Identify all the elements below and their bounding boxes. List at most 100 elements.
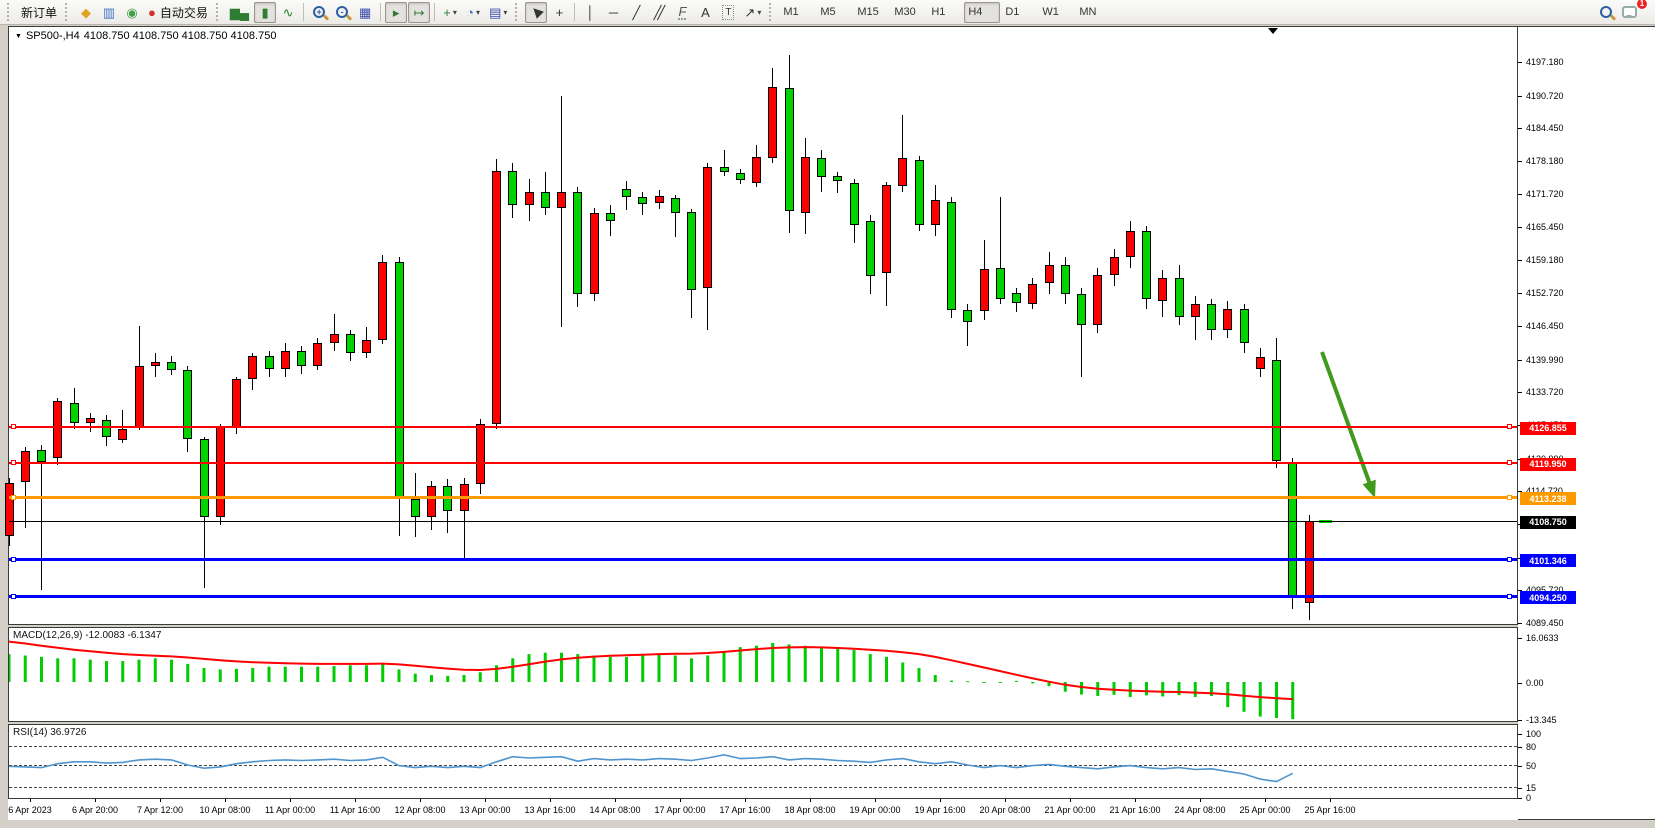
charts-window-icon[interactable]: ▥ (98, 2, 120, 23)
time-tick (875, 799, 876, 802)
signals-icon[interactable]: ◉ (121, 2, 143, 23)
periods-clock-button[interactable]: ◔▾ (462, 2, 484, 23)
zoom-out-button[interactable]: - (331, 2, 353, 23)
timeframe-m1[interactable]: M1 (779, 2, 815, 23)
text-button[interactable]: A (694, 2, 716, 23)
line-handle[interactable] (1507, 557, 1512, 562)
time-label: 25 Apr 16:00 (1304, 805, 1355, 815)
candle (671, 198, 680, 213)
candle (53, 401, 62, 458)
line-handle[interactable] (11, 557, 16, 562)
macd-histogram-bar (869, 654, 872, 682)
macd-histogram-bar (381, 664, 384, 682)
macd-histogram-bar (576, 654, 579, 682)
candle (1272, 360, 1281, 462)
macd-histogram-bar (1064, 682, 1067, 692)
time-tick (1200, 799, 1201, 802)
line-handle[interactable] (11, 460, 16, 465)
macd-pane: MACD(12,26,9) -12.0083 -6.1347 (8, 627, 1518, 722)
tile-windows-button[interactable]: ▦ (354, 2, 376, 23)
price-tick (1518, 128, 1522, 129)
time-tick (1070, 799, 1071, 802)
candle (37, 450, 46, 462)
line-handle[interactable] (1507, 594, 1512, 599)
hline-support-line-upper[interactable] (9, 558, 1517, 561)
timeframe-m15[interactable]: M15 (853, 2, 889, 23)
auto-scroll-button[interactable]: ▸ (385, 2, 407, 23)
hline-resistance-line-upper[interactable] (9, 426, 1517, 428)
crosshair-button[interactable]: + (548, 2, 570, 23)
time-axis[interactable]: 6 Apr 20236 Apr 20:007 Apr 12:0010 Apr 0… (8, 799, 1518, 820)
hline-orange-level-line[interactable] (9, 496, 1517, 499)
macd-histogram-bar (349, 665, 352, 682)
shapes-button[interactable]: ↗▾ (740, 2, 765, 23)
time-tick (1135, 799, 1136, 802)
trendline-button[interactable]: ╱ (625, 2, 647, 23)
time-tick (1330, 799, 1331, 802)
metaeditor-icon[interactable]: ◆ (75, 2, 97, 23)
timeframe-w1[interactable]: W1 (1038, 2, 1074, 23)
line-handle[interactable] (1507, 495, 1512, 500)
candle (232, 379, 241, 426)
candlestick-chart-button[interactable]: ▮ (254, 2, 276, 23)
price-tick (1518, 194, 1522, 195)
templates-button[interactable]: ▤▾ (485, 2, 511, 23)
new-order-button[interactable]: 新订单 (17, 2, 61, 23)
notifications-button[interactable]: 1 (1618, 2, 1641, 23)
zoom-in-button[interactable]: + (308, 2, 330, 23)
candlestick-chart-button-icon: ▮ (262, 6, 269, 19)
hline-resistance-line-lower[interactable] (9, 462, 1517, 464)
fibonacci-button[interactable]: F (671, 2, 693, 23)
time-label: 17 Apr 00:00 (654, 805, 705, 815)
rsi-axis-tick (1518, 798, 1522, 799)
candle (183, 370, 192, 439)
macd-histogram-bar (739, 647, 742, 682)
rsi-axis-label: 15 (1526, 783, 1536, 793)
price-tick-label: 4089.450 (1526, 618, 1564, 628)
macd-histogram-bar (1015, 681, 1018, 682)
candle (525, 192, 534, 205)
rsi-axis-label: 100 (1526, 729, 1541, 739)
timeframe-d1[interactable]: D1 (1001, 2, 1037, 23)
macd-signal-line (9, 642, 1293, 700)
new-chart-button[interactable]: +▾ (439, 2, 461, 23)
line-handle[interactable] (1507, 460, 1512, 465)
hline-current-price-line[interactable] (9, 521, 1517, 522)
timeframe-mn[interactable]: MN (1075, 2, 1111, 23)
price-axis[interactable]: 4197.1804190.7204184.4504178.1804171.720… (1518, 26, 1655, 820)
price-tick (1518, 96, 1522, 97)
charts-window-icon-icon: ▥ (103, 6, 115, 19)
line-chart-button[interactable]: ∿ (277, 2, 299, 23)
autotrading-button[interactable]: ●自动交易 (144, 2, 212, 23)
collapse-triangle-icon[interactable]: ▼ (15, 33, 22, 40)
bar-chart-button[interactable]: ▆▄ (226, 2, 253, 23)
toolbar-separator (380, 3, 381, 21)
time-label: 11 Apr 00:00 (265, 805, 315, 815)
macd-histogram-bar (1226, 682, 1229, 707)
candle (606, 213, 615, 221)
line-handle[interactable] (1507, 424, 1512, 429)
horizontal-line-button[interactable]: ─ (602, 2, 624, 23)
timeframe-m30[interactable]: M30 (890, 2, 926, 23)
hline-support-line-lower[interactable] (9, 595, 1517, 598)
line-handle[interactable] (11, 594, 16, 599)
search-button[interactable] (1595, 2, 1617, 23)
vertical-line-button[interactable]: │ (579, 2, 601, 23)
text-label-button[interactable]: T (717, 2, 739, 23)
line-handle[interactable] (11, 424, 16, 429)
candle (1240, 309, 1249, 343)
candle (882, 185, 891, 272)
timeframe-m5[interactable]: M5 (816, 2, 852, 23)
timeframe-h4[interactable]: H4 (964, 2, 1000, 23)
timeframe-h1[interactable]: H1 (927, 2, 963, 23)
candle (1045, 265, 1054, 283)
line-handle[interactable] (11, 495, 16, 500)
candle (1012, 293, 1021, 303)
horizontal-line-button-icon: ─ (609, 6, 618, 19)
cursor-button[interactable]: ▶ (525, 2, 547, 23)
chart-shift-marker-icon[interactable] (1268, 28, 1278, 39)
candle (573, 192, 582, 294)
chart-shift-button[interactable]: ↦ (408, 2, 430, 23)
candle (866, 221, 875, 276)
channel-button[interactable]: ╱╱ (648, 2, 670, 23)
